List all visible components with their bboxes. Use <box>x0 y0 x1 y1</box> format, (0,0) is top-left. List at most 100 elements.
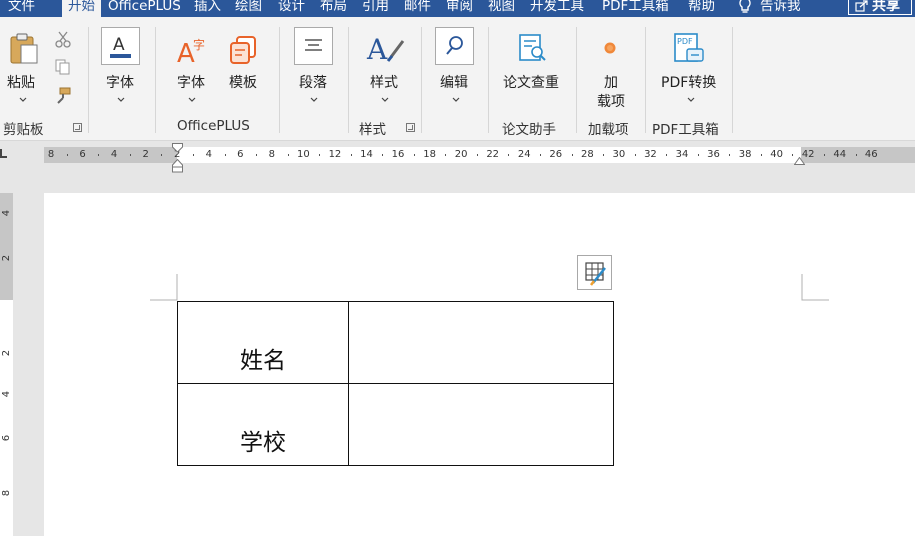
paragraph-label: 段落 <box>299 75 327 91</box>
tab-view[interactable]: 视图 <box>488 0 515 17</box>
ruler-tick <box>192 154 194 156</box>
tab-pdf-toolbox[interactable]: PDF工具箱 <box>602 0 669 17</box>
tab-developer[interactable]: 开发工具 <box>530 0 584 17</box>
svg-text:A: A <box>113 35 125 55</box>
tab-insert[interactable]: 插入 <box>194 0 221 17</box>
ruler-tick <box>603 154 605 156</box>
addins-dot-icon <box>604 42 616 54</box>
ruler-tick <box>571 154 573 156</box>
document-table[interactable]: 姓名 学校 <box>177 301 614 466</box>
template-icon <box>230 36 256 64</box>
styles-launcher-icon[interactable] <box>406 123 415 132</box>
ruler-number: 6 <box>237 149 244 160</box>
first-line-indent-marker[interactable] <box>172 143 183 153</box>
group-label-officeplus: OfficePLUS <box>177 118 250 134</box>
ruler-number: 30 <box>612 149 626 160</box>
tab-mailings[interactable]: 邮件 <box>404 0 431 17</box>
ruler-tick <box>350 154 352 156</box>
tab-layout[interactable]: 布局 <box>320 0 347 17</box>
tab-references[interactable]: 引用 <box>362 0 389 17</box>
editing-label: 编辑 <box>440 75 468 91</box>
ruler-tick <box>634 154 636 156</box>
ruler-tick <box>98 154 100 156</box>
ruler-tick <box>66 154 68 156</box>
ruler-number: 12 <box>328 149 342 160</box>
quick-layout-button[interactable] <box>577 255 612 290</box>
horizontal-ruler[interactable]: 8 6 4 2 2 4 6 8 10 12 14 16 18 20 22 24 26 28 30 32 34 36 38 40… <box>44 143 915 173</box>
ruler-tick <box>792 154 794 156</box>
ruler-number: 24 <box>517 149 531 160</box>
tab-draw[interactable]: 绘图 <box>235 0 262 17</box>
share-icon <box>855 0 868 12</box>
officeplus-font-icon: A字 <box>177 37 205 65</box>
addins-label-line1: 加 <box>604 75 618 91</box>
ribbon-separator <box>155 27 156 133</box>
vertical-ruler-number: 2 <box>1 254 12 262</box>
ribbon-separator <box>348 27 349 133</box>
share-label: 共享 <box>872 0 900 14</box>
cell-name-label: 姓名 <box>240 348 286 374</box>
chevron-down-icon <box>117 97 125 102</box>
styles-label: 样式 <box>370 75 398 91</box>
ruler-number: 40 <box>770 149 783 160</box>
pdf-convert-icon: PDF <box>674 33 704 62</box>
cut-icon[interactable] <box>54 30 72 48</box>
ruler-tick <box>287 154 289 156</box>
vertical-ruler[interactable]: 4 2 2 4 6 8 <box>0 193 13 536</box>
pdf-convert-label: PDF转换 <box>661 75 717 91</box>
ruler-number: 2 <box>142 149 149 160</box>
group-label-addins: 加载项 <box>588 122 629 138</box>
template-label: 模板 <box>229 75 257 91</box>
tell-me-search[interactable]: 告诉我 <box>738 0 801 17</box>
vertical-ruler-number: 6 <box>1 434 12 442</box>
ruler-tick <box>445 154 447 156</box>
table-cell[interactable]: 学校 <box>177 383 349 466</box>
svg-text:字: 字 <box>193 37 205 52</box>
chevron-down-icon <box>188 97 196 102</box>
ruler-row: 8 6 4 2 2 4 6 8 10 12 14 16 18 20 22 24 26 28 30 32 34 36 38 40… <box>0 141 915 173</box>
copy-icon[interactable] <box>54 58 72 76</box>
share-button[interactable]: 共享 <box>848 0 912 15</box>
ruler-tick <box>256 154 258 156</box>
tab-help[interactable]: 帮助 <box>688 0 715 17</box>
clipboard-paste-icon <box>10 33 38 64</box>
table-cell[interactable]: 姓名 <box>177 301 349 384</box>
format-painter-icon[interactable] <box>54 86 72 104</box>
addins-label-line2: 载项 <box>597 94 625 110</box>
chevron-down-icon <box>381 97 389 102</box>
ruler-number: 10 <box>297 149 310 160</box>
search-icon <box>446 36 463 55</box>
ribbon-separator <box>88 27 89 133</box>
hanging-indent-marker[interactable] <box>172 159 183 173</box>
table-cell[interactable] <box>348 383 614 466</box>
chevron-down-icon <box>19 97 27 102</box>
tab-selector-icon[interactable] <box>0 149 7 158</box>
ruler-number: 4 <box>205 149 212 160</box>
chevron-down-icon <box>687 97 695 102</box>
cell-school-label: 学校 <box>240 430 286 456</box>
ruler-tick <box>697 154 699 156</box>
cell-school-value <box>349 457 613 465</box>
ribbon-separator <box>488 27 489 133</box>
ruler-tick <box>129 154 131 156</box>
tab-review[interactable]: 审阅 <box>446 0 473 17</box>
clipboard-launcher-icon[interactable] <box>73 123 82 132</box>
ruler-tick <box>476 154 478 156</box>
table-row: 学校 <box>177 383 614 466</box>
tab-home[interactable]: 开始 <box>62 0 101 17</box>
cell-name-value <box>349 375 613 383</box>
ruler-tick <box>540 154 542 156</box>
paste-label: 粘贴 <box>7 75 35 91</box>
ruler-number: 20 <box>454 149 468 160</box>
tab-file[interactable]: 文件 <box>8 0 35 17</box>
table-cell[interactable] <box>348 301 614 384</box>
tab-design[interactable]: 设计 <box>278 0 305 17</box>
right-indent-marker[interactable] <box>794 157 805 165</box>
ruler-tick <box>760 154 762 156</box>
svg-text:PDF: PDF <box>677 37 693 46</box>
vertical-ruler-number: 8 <box>1 489 12 497</box>
table-layout-icon <box>585 262 606 286</box>
ruler-number: 4 <box>110 149 118 160</box>
thesis-check-label: 论文查重 <box>503 75 559 91</box>
tab-officeplus[interactable]: OfficePLUS <box>108 0 186 17</box>
